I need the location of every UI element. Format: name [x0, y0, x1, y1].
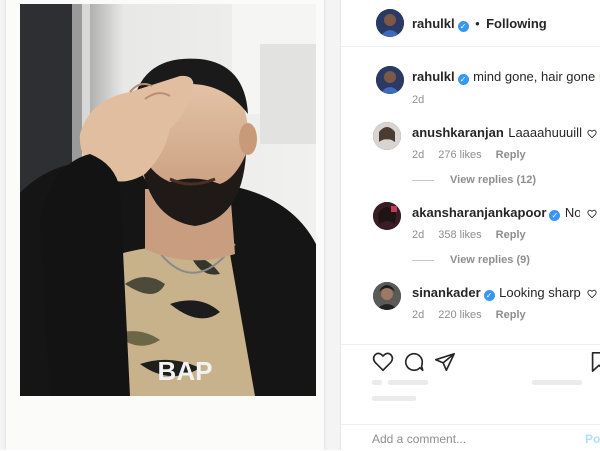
comment-username[interactable]: sinankader [412, 285, 481, 300]
avatar-image [373, 282, 401, 310]
caption-meta: 2d [412, 94, 438, 106]
blurred-text [372, 380, 382, 385]
replies-line [412, 259, 434, 261]
verified-badge-icon: ✓ [549, 210, 561, 221]
comment-meta: 2d 220 likes Reply [412, 309, 540, 321]
comment-username[interactable]: akansharanjankapoor [412, 205, 546, 220]
comment-avatar[interactable] [373, 122, 401, 150]
comment-text: Laaaahuuuilll [508, 125, 582, 140]
post-header: rahulkl ✓ • Following [341, 0, 600, 47]
author-avatar[interactable] [376, 9, 404, 37]
comment-text: Looking sharp 🔥 [499, 285, 582, 300]
avatar-image [373, 202, 401, 230]
verified-badge-icon: ✓ [457, 74, 469, 85]
separator-dot: • [475, 16, 480, 31]
post-media[interactable]: BAP [0, 0, 340, 450]
shirt-logo-text: BAP [158, 356, 213, 386]
comment-time: 2d [412, 229, 425, 241]
comment: akansharanjankapoor✓ No wa [412, 204, 580, 222]
reply-button[interactable]: Reply [496, 149, 526, 161]
comment-icon[interactable] [403, 351, 425, 373]
avatar-image [376, 9, 404, 37]
heart-icon[interactable] [372, 351, 394, 373]
blurred-text [532, 380, 582, 385]
caption-text: mind gone, hair gone 😳🙈 [473, 69, 600, 84]
view-replies-label: View replies (9) [450, 254, 530, 266]
faded-likes-row [372, 376, 600, 406]
verified-badge-icon: ✓ [483, 290, 495, 301]
panel-divider [340, 0, 341, 450]
comment-likes[interactable]: 220 likes [438, 309, 481, 321]
comment: anushkaranjan Laaaahuuuilll [412, 124, 582, 142]
reply-button[interactable]: Reply [496, 309, 526, 321]
comment-likes[interactable]: 276 likes [438, 149, 481, 161]
comment-username[interactable]: anushkaranjan [412, 125, 504, 140]
comment-avatar[interactable] [373, 282, 401, 310]
comment: sinankader✓ Looking sharp 🔥 [412, 284, 582, 302]
add-comment-input[interactable] [372, 431, 572, 447]
action-bar [341, 344, 600, 375]
post-photo: BAP [20, 4, 316, 396]
post-comment-button[interactable]: Pos [585, 432, 600, 446]
avatar-image [373, 122, 401, 150]
comment-likes[interactable]: 358 likes [438, 229, 481, 241]
comment-meta: 2d 358 likes Reply [412, 229, 540, 241]
caption-username[interactable]: rahulkl [412, 69, 455, 84]
following-button[interactable]: Following [486, 16, 547, 31]
replies-line [412, 179, 434, 181]
comment-time: 2d [412, 309, 425, 321]
caption-time: 2d [412, 94, 425, 106]
like-comment-heart-icon[interactable] [587, 209, 597, 219]
bookmark-icon[interactable] [588, 351, 600, 373]
like-comment-heart-icon[interactable] [587, 289, 597, 299]
verified-badge-icon: ✓ [457, 21, 469, 32]
blurred-text [372, 396, 416, 401]
comment-time: 2d [412, 149, 425, 161]
avatar-image [376, 66, 404, 94]
view-replies-button[interactable]: View replies (9) [412, 254, 530, 266]
blurred-text [388, 380, 428, 385]
like-comment-heart-icon[interactable] [587, 129, 597, 139]
share-icon[interactable] [434, 351, 456, 373]
comment-avatar[interactable] [373, 202, 401, 230]
view-replies-button[interactable]: View replies (12) [412, 174, 536, 186]
caption: rahulkl✓ mind gone, hair gone 😳🙈 [412, 68, 600, 86]
comment-meta: 2d 276 likes Reply [412, 149, 540, 161]
author-username[interactable]: rahulkl [412, 16, 455, 31]
view-replies-label: View replies (12) [450, 174, 537, 186]
reply-button[interactable]: Reply [496, 229, 526, 241]
comment-text: No wa [564, 205, 580, 220]
add-comment-bar: Pos [341, 424, 600, 451]
caption-avatar[interactable] [376, 66, 404, 94]
